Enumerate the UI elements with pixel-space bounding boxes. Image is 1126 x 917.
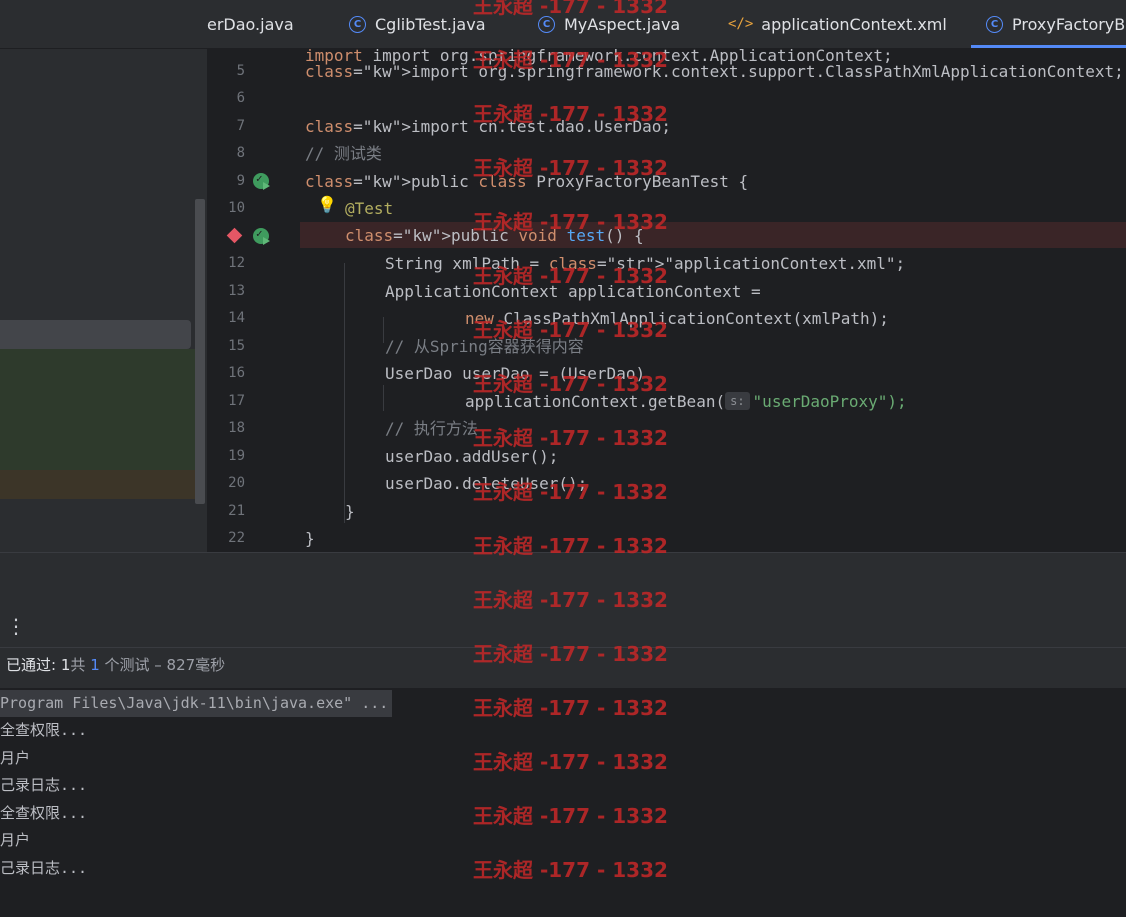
total-count: 1 (90, 656, 100, 674)
line-number: 13 (228, 283, 245, 299)
passed-count: 1 (60, 656, 71, 674)
line-number: 8 (236, 145, 245, 161)
total-prefix: 共 (70, 656, 86, 674)
code-line: 18 // 执行方法 (207, 415, 1126, 442)
line-number: 18 (228, 420, 245, 436)
code-line: class="kw">public void test() { (207, 222, 1126, 249)
tab-label: applicationContext.xml (761, 14, 947, 34)
tab-label: ProxyFactoryB (1012, 14, 1126, 34)
project-header (0, 0, 207, 48)
code-line: 16 UserDao userDao = (UserDao) (207, 360, 1126, 387)
code-comment: // 从Spring容器获得内容 (385, 337, 584, 356)
line-number: 16 (228, 365, 245, 381)
line-number: 9 (236, 173, 245, 189)
code-line: 7 class="kw">import cn.test.dao.UserDao; (207, 113, 1126, 140)
test-summary: 已通过: 1共 1 个测试 – 827毫秒 (0, 648, 1126, 688)
line-number: 20 (228, 475, 245, 491)
tree-selected-row[interactable] (0, 320, 191, 349)
line-number: 17 (228, 393, 245, 409)
code-editor[interactable]: import import org.springframework.contex… (207, 49, 1126, 552)
line-number: 7 (236, 118, 245, 134)
total-suffix: 个测试 – 827毫秒 (104, 656, 226, 674)
console-line: 己录日志... (0, 859, 88, 877)
code-annotation: @Test (345, 199, 394, 218)
class-icon: C (538, 15, 555, 33)
tree-highlight-orange (0, 470, 195, 499)
tab-label: MyAspect.java (564, 14, 681, 34)
code-line: 8 // 测试类 (207, 140, 1126, 167)
tree-highlight-green (0, 349, 195, 470)
tab-label: erDao.java (207, 14, 294, 34)
code-text: class="kw">public void test() { (345, 226, 644, 245)
tab-proxyfactorybeantest[interactable]: C ProxyFactoryB (970, 0, 1126, 48)
code-text: String xmlPath = class="str">"applicatio… (385, 254, 906, 273)
line-number: 6 (236, 90, 245, 106)
console-line: 全查权限... (0, 804, 88, 822)
line-number: 15 (228, 338, 245, 354)
code-text: UserDao userDao = (UserDao) (385, 364, 646, 383)
console-output[interactable]: Program Files\Java\jdk-11\bin\java.exe" … (0, 688, 1126, 917)
code-comment: // 测试类 (305, 144, 382, 163)
line-number: 19 (228, 448, 245, 464)
parameter-hint: s: (725, 392, 750, 410)
code-text: applicationContext.getBean(s: "userDaoPro… (465, 388, 907, 415)
code-line: 12 String xmlPath = class="str">"applica… (207, 250, 1126, 277)
code-string: "userDaoProxy"); (752, 392, 907, 411)
line-number: 12 (228, 255, 245, 271)
line-number: 21 (228, 503, 245, 519)
tab-cglibtest[interactable]: C CglibTest.java (349, 0, 486, 48)
class-icon: C (349, 15, 366, 33)
run-toolbar: ⋮ (0, 605, 1126, 648)
code-text: userDao.deleteUser(); (385, 474, 588, 493)
console-line: 月户 (0, 831, 31, 849)
panel-divider-strip (0, 552, 1126, 606)
tab-label: CglibTest.java (375, 14, 486, 34)
line-number: 5 (236, 63, 245, 79)
code-text: userDao.addUser(); (385, 447, 559, 466)
code-call: applicationContext.getBean( (465, 392, 726, 411)
line-number: 10 (228, 200, 245, 216)
tab-myaspect[interactable]: C MyAspect.java (538, 0, 680, 48)
code-text: class="kw">public class ProxyFactoryBean… (305, 172, 749, 191)
code-line: 9 class="kw">public class ProxyFactoryBe… (207, 168, 1126, 195)
more-options-icon[interactable]: ⋮ (6, 614, 26, 638)
code-line: 14 new ClassPathXmlApplicationContext(xm… (207, 305, 1126, 332)
passed-label: 已通过: (6, 656, 57, 674)
editor-tab-bar: erDao.java C CglibTest.java C MyAspect.j… (0, 0, 1126, 49)
panel-scrollbar[interactable] (195, 199, 205, 504)
code-text: class="kw">import cn.test.dao.UserDao; (305, 117, 672, 136)
xml-icon: </> (728, 16, 754, 32)
breakpoint-icon[interactable] (226, 227, 243, 244)
tab-userdao[interactable]: erDao.java (207, 0, 294, 48)
code-text: class="kw">import org.springframework.co… (305, 62, 1124, 81)
code-text: new ClassPathXmlApplicationContext(xmlPa… (465, 309, 889, 328)
code-text: } (305, 529, 315, 548)
code-line: 19 userDao.addUser(); (207, 443, 1126, 470)
console-command-line[interactable]: Program Files\Java\jdk-11\bin\java.exe" … (0, 690, 393, 718)
console-line: 全查权限... (0, 721, 88, 739)
run-test-icon[interactable] (253, 172, 270, 190)
code-line: 20 userDao.deleteUser(); (207, 470, 1126, 497)
code-line: 21 } (207, 498, 1126, 525)
code-line: 15 // 从Spring容器获得内容 (207, 333, 1126, 360)
lightbulb-icon[interactable]: 💡 (317, 195, 337, 214)
code-line: 22 } (207, 525, 1126, 552)
code-line: 10 💡 @Test (207, 195, 1126, 222)
line-number: 14 (228, 310, 245, 326)
tab-applicationcontext-xml[interactable]: </> applicationContext.xml (728, 0, 947, 48)
code-line: 6 (207, 85, 1126, 112)
run-test-icon[interactable] (253, 227, 270, 245)
code-line: 17 applicationContext.getBean(s: "userDao… (207, 388, 1126, 415)
console-line: 己录日志... (0, 776, 88, 794)
code-comment: // 执行方法 (385, 419, 478, 438)
class-icon: C (986, 15, 1003, 33)
project-tree-panel (0, 49, 207, 552)
code-text: ApplicationContext applicationContext = (385, 282, 761, 301)
code-line: 13 ApplicationContext applicationContext… (207, 278, 1126, 305)
code-line: 5 class="kw">import org.springframework.… (207, 58, 1126, 85)
code-text: } (345, 502, 355, 521)
line-number: 22 (228, 530, 245, 546)
console-line: 月户 (0, 749, 31, 767)
